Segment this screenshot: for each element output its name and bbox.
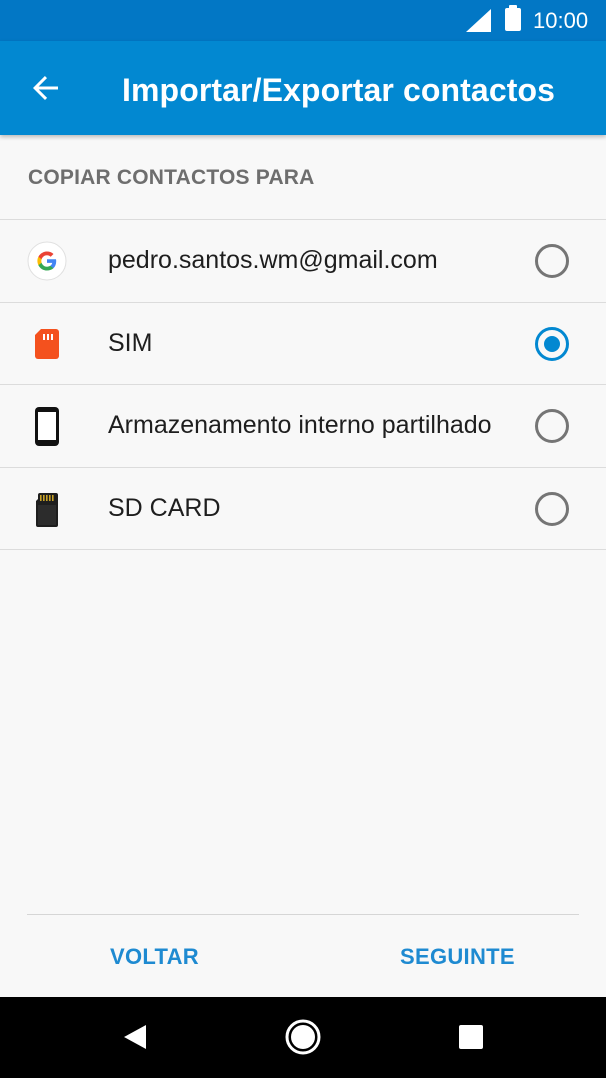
option-label: SD CARD [108,494,221,522]
option-internal-storage[interactable]: Armazenamento interno partilhado [0,385,606,467]
footer-divider [27,914,579,915]
radio-button-selected[interactable] [535,327,569,361]
option-label: Armazenamento interno partilhado [108,411,492,439]
option-label: pedro.santos.wm@gmail.com [108,246,438,274]
status-time: 10:00 [533,8,589,33]
radio-button[interactable] [535,244,569,278]
recents-square-icon[interactable] [451,1017,491,1057]
divider [0,549,606,550]
option-google-account[interactable]: pedro.santos.wm@gmail.com [0,220,606,302]
arrow-back-icon[interactable] [26,68,66,108]
option-sd-card[interactable]: SD CARD [0,468,606,550]
sim-card-icon [35,329,59,359]
back-triangle-icon[interactable] [116,1017,156,1057]
page-title: Importar/Exportar contactos [122,72,556,108]
phone-icon [35,407,59,446]
signal-icon [466,9,491,32]
next-button[interactable]: SEGUINTE [400,944,515,970]
battery-icon [505,5,521,31]
sd-card-icon [36,493,58,527]
status-bar: 10:00 [0,0,606,41]
home-circle-icon[interactable] [283,1017,323,1057]
option-sim[interactable]: SIM [0,303,606,385]
navigation-bar [0,997,606,1078]
google-icon [27,241,67,281]
app-bar: Importar/Exportar contactos [0,41,606,135]
back-button[interactable]: VOLTAR [110,944,199,970]
radio-button[interactable] [535,492,569,526]
section-header: COPIAR CONTACTOS PARA [28,166,315,189]
radio-button[interactable] [535,409,569,443]
option-label: SIM [108,329,153,357]
